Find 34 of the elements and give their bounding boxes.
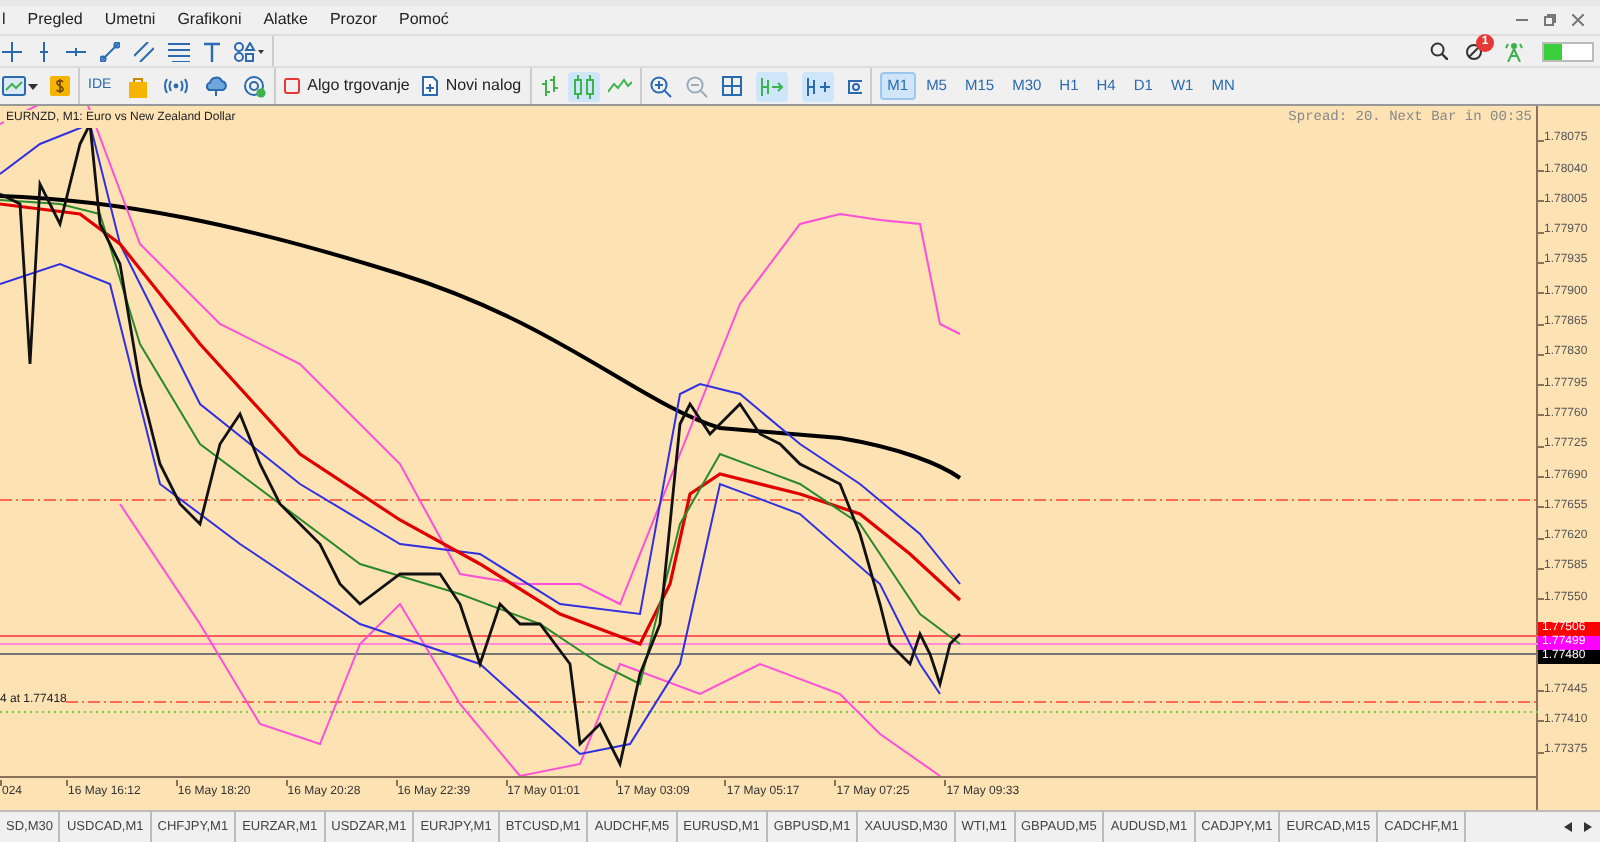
document-plus-icon: [421, 76, 438, 96]
fibonacci-icon[interactable]: [168, 41, 190, 61]
menu-item[interactable]: l: [2, 8, 6, 32]
chart-shift-icon[interactable]: [801, 71, 834, 101]
connection-meter: [1542, 41, 1594, 61]
grid-icon[interactable]: [721, 76, 742, 96]
shapes-icon[interactable]: [234, 41, 264, 61]
restore-icon[interactable]: [1544, 14, 1556, 26]
algo-trading-button[interactable]: Algo trgovanje: [283, 74, 410, 98]
menu-item[interactable]: Prozor: [329, 8, 378, 32]
horizontal-line-icon[interactable]: [66, 43, 86, 59]
search-icon[interactable]: [1430, 42, 1448, 60]
text-tool-icon[interactable]: [204, 41, 220, 61]
new-order-button[interactable]: Novi nalog: [421, 74, 522, 98]
menu-item[interactable]: Pomoć: [399, 8, 449, 32]
scroll-right-icon[interactable]: [1584, 822, 1592, 832]
vertical-line-icon[interactable]: [36, 41, 52, 61]
minimize-icon[interactable]: [1516, 14, 1528, 26]
stop-square-icon: [283, 78, 300, 94]
close-icon[interactable]: [1572, 14, 1584, 26]
scroll-left-icon[interactable]: [1564, 822, 1572, 832]
channel-icon[interactable]: [134, 41, 154, 61]
zoom-in-icon[interactable]: [649, 75, 672, 97]
dollar-icon[interactable]: [50, 76, 70, 96]
menu-item[interactable]: Alatke: [263, 8, 308, 32]
chart-window-icon[interactable]: [2, 76, 38, 96]
menu-item[interactable]: Pregled: [27, 8, 83, 32]
menu-item[interactable]: Grafikoni: [177, 8, 242, 32]
broadcast-icon[interactable]: [163, 78, 188, 94]
cloud-icon[interactable]: [203, 76, 228, 96]
menu-item[interactable]: Umetni: [104, 8, 156, 32]
shopping-bag-icon[interactable]: [127, 75, 148, 97]
trendline-icon[interactable]: [100, 41, 120, 61]
crosshair-icon[interactable]: [2, 41, 22, 61]
